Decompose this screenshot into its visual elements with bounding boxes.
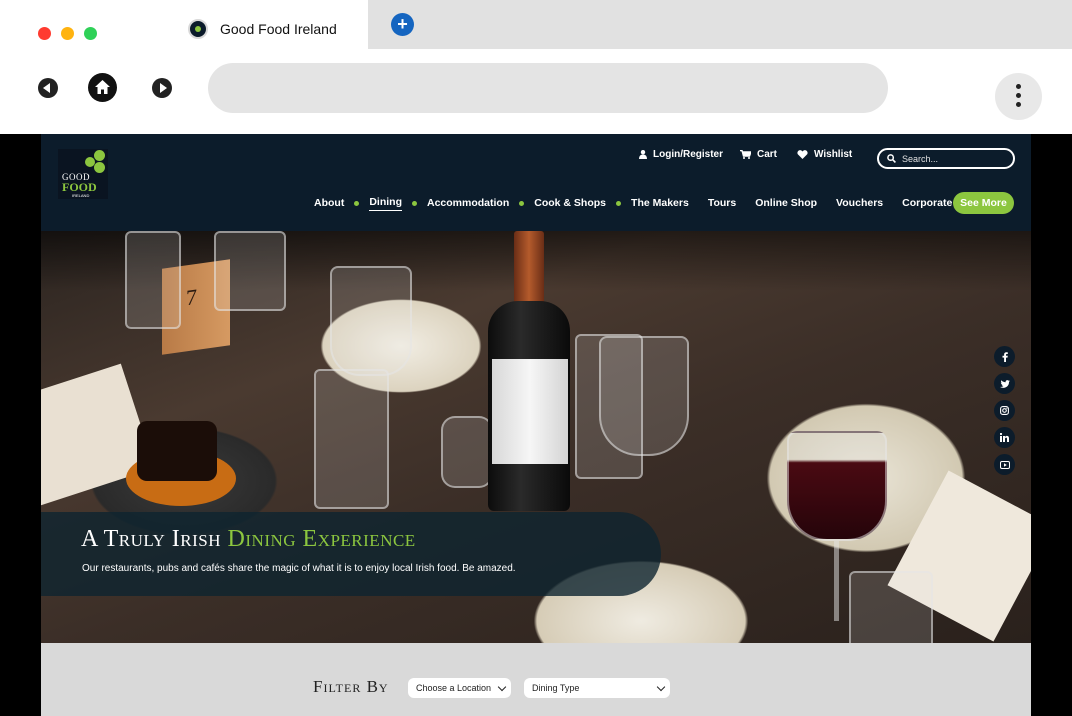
site-search[interactable]	[877, 148, 1015, 169]
glass	[599, 336, 689, 456]
main-nav: About Dining Accommodation Cook & Shops …	[314, 191, 952, 215]
hero-title-white: A Truly Irish	[81, 526, 222, 552]
back-arrow-icon	[43, 83, 50, 93]
site-logo[interactable]: GOOD FOOD IRELAND	[58, 149, 108, 199]
kebab-dot	[1016, 93, 1021, 98]
favicon-icon	[188, 18, 208, 39]
user-icon	[639, 150, 647, 159]
login-register-label: Login/Register	[653, 149, 724, 160]
forward-arrow-icon	[160, 83, 167, 93]
hero-subtitle: Our restaurants, pubs and cafés share th…	[82, 563, 516, 574]
hero-title-green: Dining Experience	[227, 526, 416, 552]
filter-bar: Filter By Choose a Location Dining Type	[41, 643, 1031, 716]
nav-separator-dot	[519, 200, 525, 206]
back-button[interactable]	[38, 78, 58, 98]
search-icon	[887, 154, 896, 163]
chevron-down-icon	[497, 682, 507, 691]
heart-icon	[797, 150, 808, 159]
social-links	[994, 346, 1015, 475]
linkedin-icon[interactable]	[994, 427, 1015, 448]
cart-link[interactable]: Cart	[740, 149, 777, 160]
glass	[314, 369, 389, 509]
page-viewport: GOOD FOOD IRELAND Login/Register Cart Wi…	[0, 134, 1072, 716]
site-container: GOOD FOOD IRELAND Login/Register Cart Wi…	[41, 134, 1031, 716]
nav-item-accommodation[interactable]: Accommodation	[427, 197, 509, 209]
table-number: 7	[186, 283, 197, 311]
logo-leaf-icon	[94, 150, 105, 161]
browser-tab-bar: Good Food Ireland +	[0, 0, 1072, 49]
nav-item-cook-shops[interactable]: Cook & Shops	[534, 197, 606, 209]
nav-item-vouchers[interactable]: Vouchers	[836, 197, 883, 209]
location-select-value: Choose a Location	[416, 683, 492, 693]
see-more-button[interactable]: See More	[953, 192, 1014, 214]
home-button[interactable]	[88, 73, 117, 102]
chevron-down-icon	[656, 682, 666, 691]
glass	[330, 266, 412, 376]
kebab-dot	[1016, 102, 1021, 107]
wishlist-link[interactable]: Wishlist	[797, 149, 852, 160]
login-register-link[interactable]: Login/Register	[639, 149, 723, 160]
meat	[137, 421, 217, 481]
hero-banner: A Truly Irish Dining Experience Our rest…	[41, 512, 661, 596]
nav-item-dining[interactable]: Dining	[369, 196, 402, 211]
dining-type-select[interactable]: Dining Type	[524, 678, 670, 698]
nav-separator-dot	[354, 200, 360, 206]
nav-item-online-shop[interactable]: Online Shop	[755, 197, 817, 209]
search-input[interactable]	[902, 153, 1002, 164]
browser-toolbar	[0, 49, 1072, 134]
logo-leaf-icon	[94, 162, 105, 173]
candle-holder	[441, 416, 493, 488]
nav-separator-dot	[412, 200, 417, 206]
twitter-icon[interactable]	[994, 373, 1015, 394]
wine-bottle	[488, 231, 570, 531]
glass	[849, 571, 933, 643]
nav-separator-dot	[616, 200, 622, 206]
address-bar[interactable]	[208, 63, 888, 113]
wishlist-label: Wishlist	[814, 149, 853, 160]
home-icon	[95, 80, 110, 94]
logo-text-ireland: IRELAND	[72, 193, 90, 198]
hero-title: A Truly Irish Dining Experience	[81, 526, 416, 553]
filter-label: Filter By	[313, 677, 389, 696]
minimize-window-button[interactable]	[61, 27, 74, 40]
tab-title: Good Food Ireland	[220, 20, 337, 37]
forward-button[interactable]	[152, 78, 172, 98]
glass	[125, 231, 181, 329]
close-window-button[interactable]	[38, 27, 51, 40]
cart-icon	[740, 150, 751, 159]
hero-image: 7 A Truly Irish Dining Experience Our re…	[41, 231, 1031, 643]
nav-item-corporate[interactable]: Corporate	[902, 197, 952, 209]
new-tab-button[interactable]: +	[391, 13, 414, 36]
nav-item-tours[interactable]: Tours	[708, 197, 736, 209]
cart-label: Cart	[757, 149, 778, 160]
youtube-icon[interactable]	[994, 454, 1015, 475]
glass	[214, 231, 286, 311]
location-select[interactable]: Choose a Location	[408, 678, 511, 698]
browser-tab[interactable]: Good Food Ireland	[178, 8, 368, 49]
wine-glass	[787, 431, 887, 541]
facebook-icon[interactable]	[994, 346, 1015, 367]
dining-type-select-value: Dining Type	[532, 683, 580, 693]
nav-item-about[interactable]: About	[314, 197, 344, 209]
maximize-window-button[interactable]	[84, 27, 97, 40]
kebab-dot	[1016, 84, 1021, 89]
instagram-icon[interactable]	[994, 400, 1015, 421]
browser-menu-button[interactable]	[995, 73, 1042, 120]
site-header: GOOD FOOD IRELAND Login/Register Cart Wi…	[41, 134, 1031, 231]
nav-item-the-makers[interactable]: The Makers	[631, 197, 689, 209]
